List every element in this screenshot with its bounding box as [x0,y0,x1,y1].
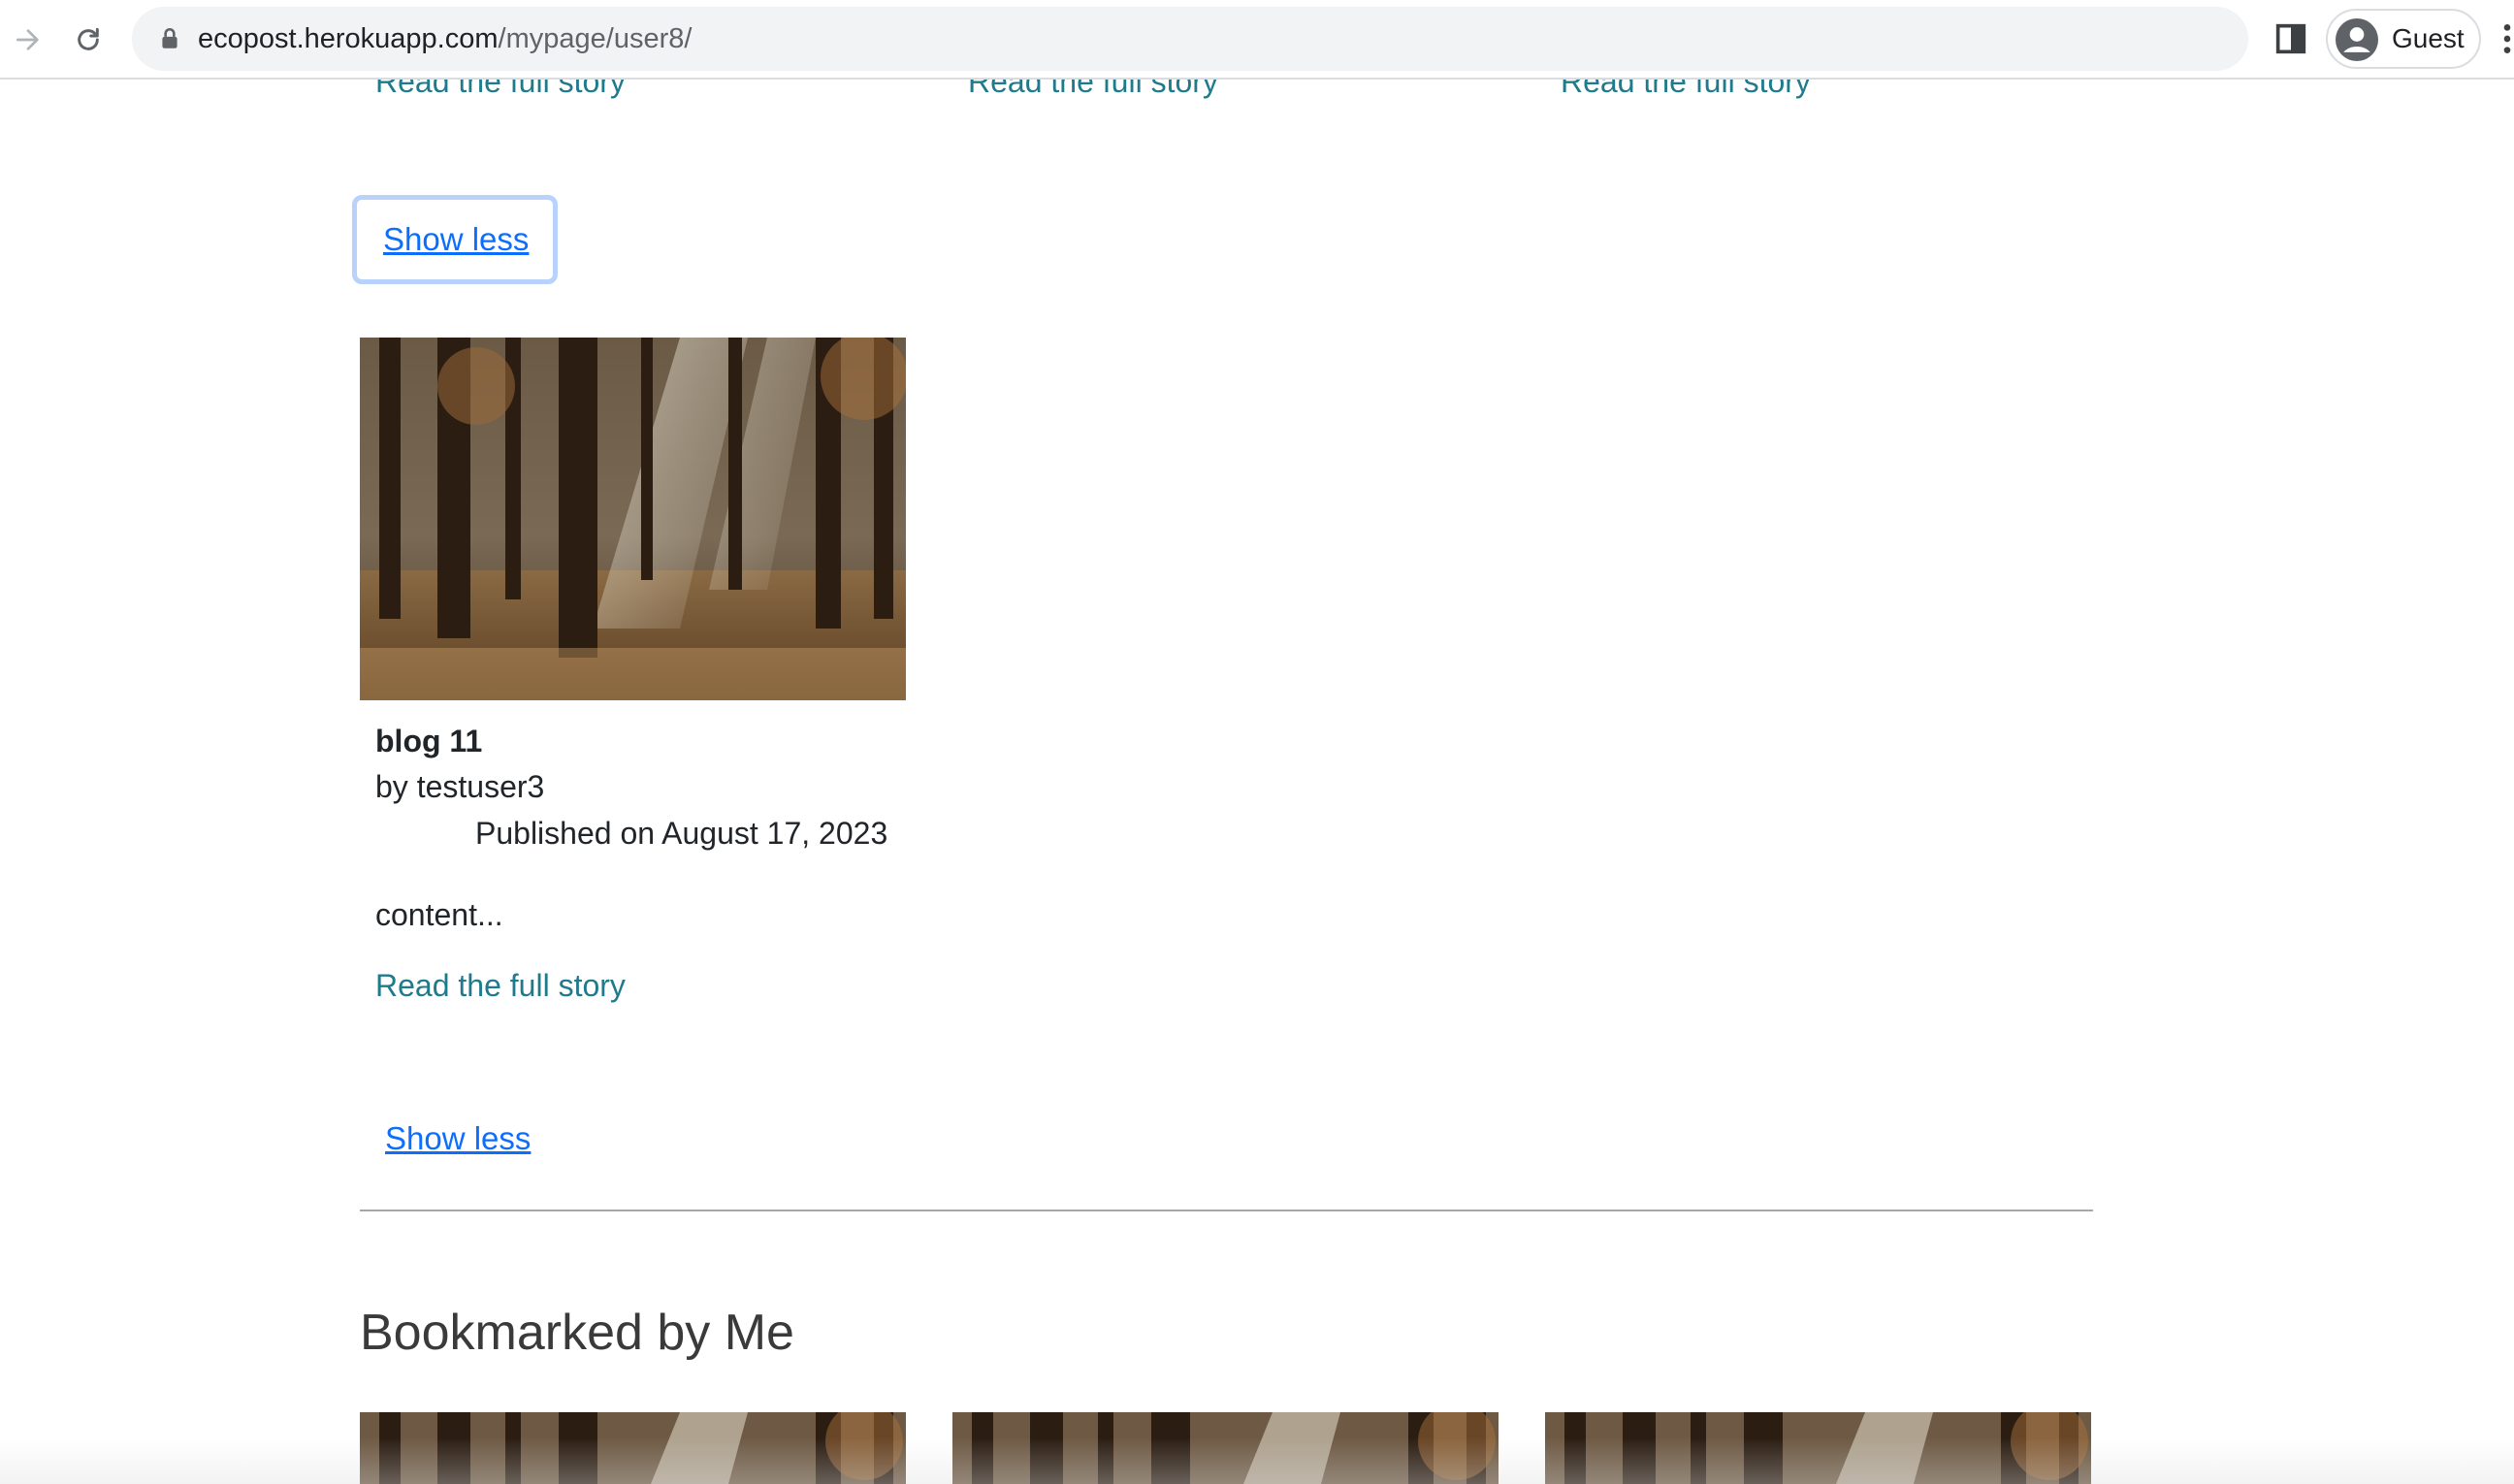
url-text: ecopost.herokuapp.com/mypage/user8/ [198,7,692,71]
forest-image [360,1412,906,1484]
forest-image [360,338,906,700]
browser-toolbar: ecopost.herokuapp.com/mypage/user8/ Gues… [0,0,2514,80]
page-content: Read the full story Read the full story … [0,80,2514,1484]
section-divider [360,1210,2093,1211]
profile-button[interactable]: Guest [2326,9,2481,69]
post-image[interactable] [360,338,906,700]
forest-image [1545,1412,2091,1484]
show-less-button[interactable]: Show less [385,1120,531,1157]
reload-button[interactable] [66,17,111,62]
menu-icon[interactable] [2500,19,2514,58]
reload-icon [78,27,99,50]
forward-button[interactable] [6,17,50,62]
bookmarked-heading: Bookmarked by Me [360,1305,794,1361]
forest-image [952,1412,1499,1484]
bookmarked-card-image[interactable] [1545,1412,2091,1484]
avatar-icon [2336,18,2378,61]
read-more-link[interactable]: Read the full story [968,80,1218,100]
url-path: /mypage/user8/ [498,23,693,54]
post-title: blog 11 [375,724,483,758]
post-excerpt: content... [375,897,503,932]
forward-icon [16,29,39,50]
read-more-link[interactable]: Read the full story [375,80,626,100]
profile-name: Guest [2392,23,2465,53]
show-less-button[interactable]: Show less [352,195,558,284]
post-author: by testuser3 [375,769,545,804]
bookmarked-card-image[interactable] [952,1412,1499,1484]
read-more-link[interactable]: Read the full story [1561,80,1811,100]
url-host: ecopost.herokuapp.com [198,23,499,54]
address-bar[interactable]: ecopost.herokuapp.com/mypage/user8/ [132,7,2248,71]
lock-icon [162,27,177,48]
bookmarked-card-image[interactable] [360,1412,906,1484]
side-panel-icon[interactable] [2272,19,2310,58]
read-more-link[interactable]: Read the full story [375,968,626,1004]
post-date: Published on August 17, 2023 [475,816,888,851]
